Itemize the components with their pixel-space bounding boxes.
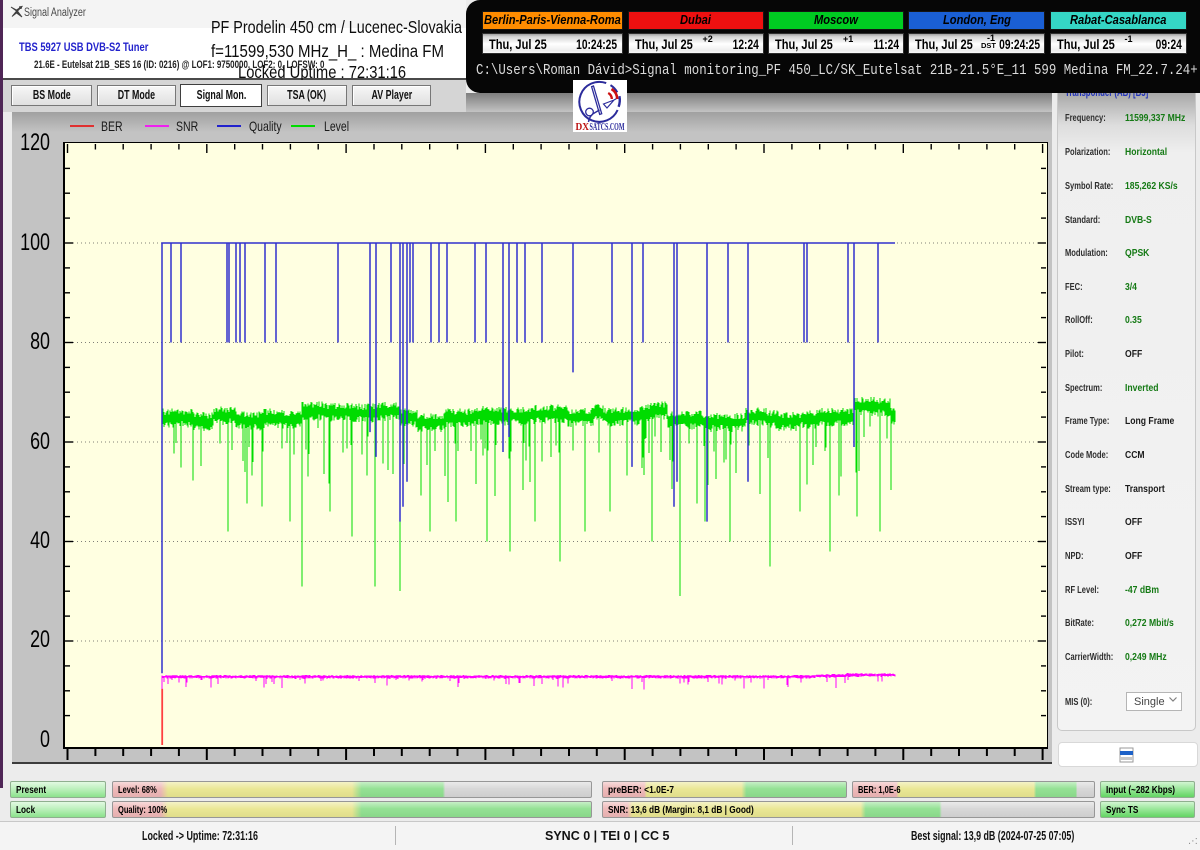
svg-text:SATCS.COM: SATCS.COM [590,122,625,132]
svg-text:DX: DX [576,122,590,132]
